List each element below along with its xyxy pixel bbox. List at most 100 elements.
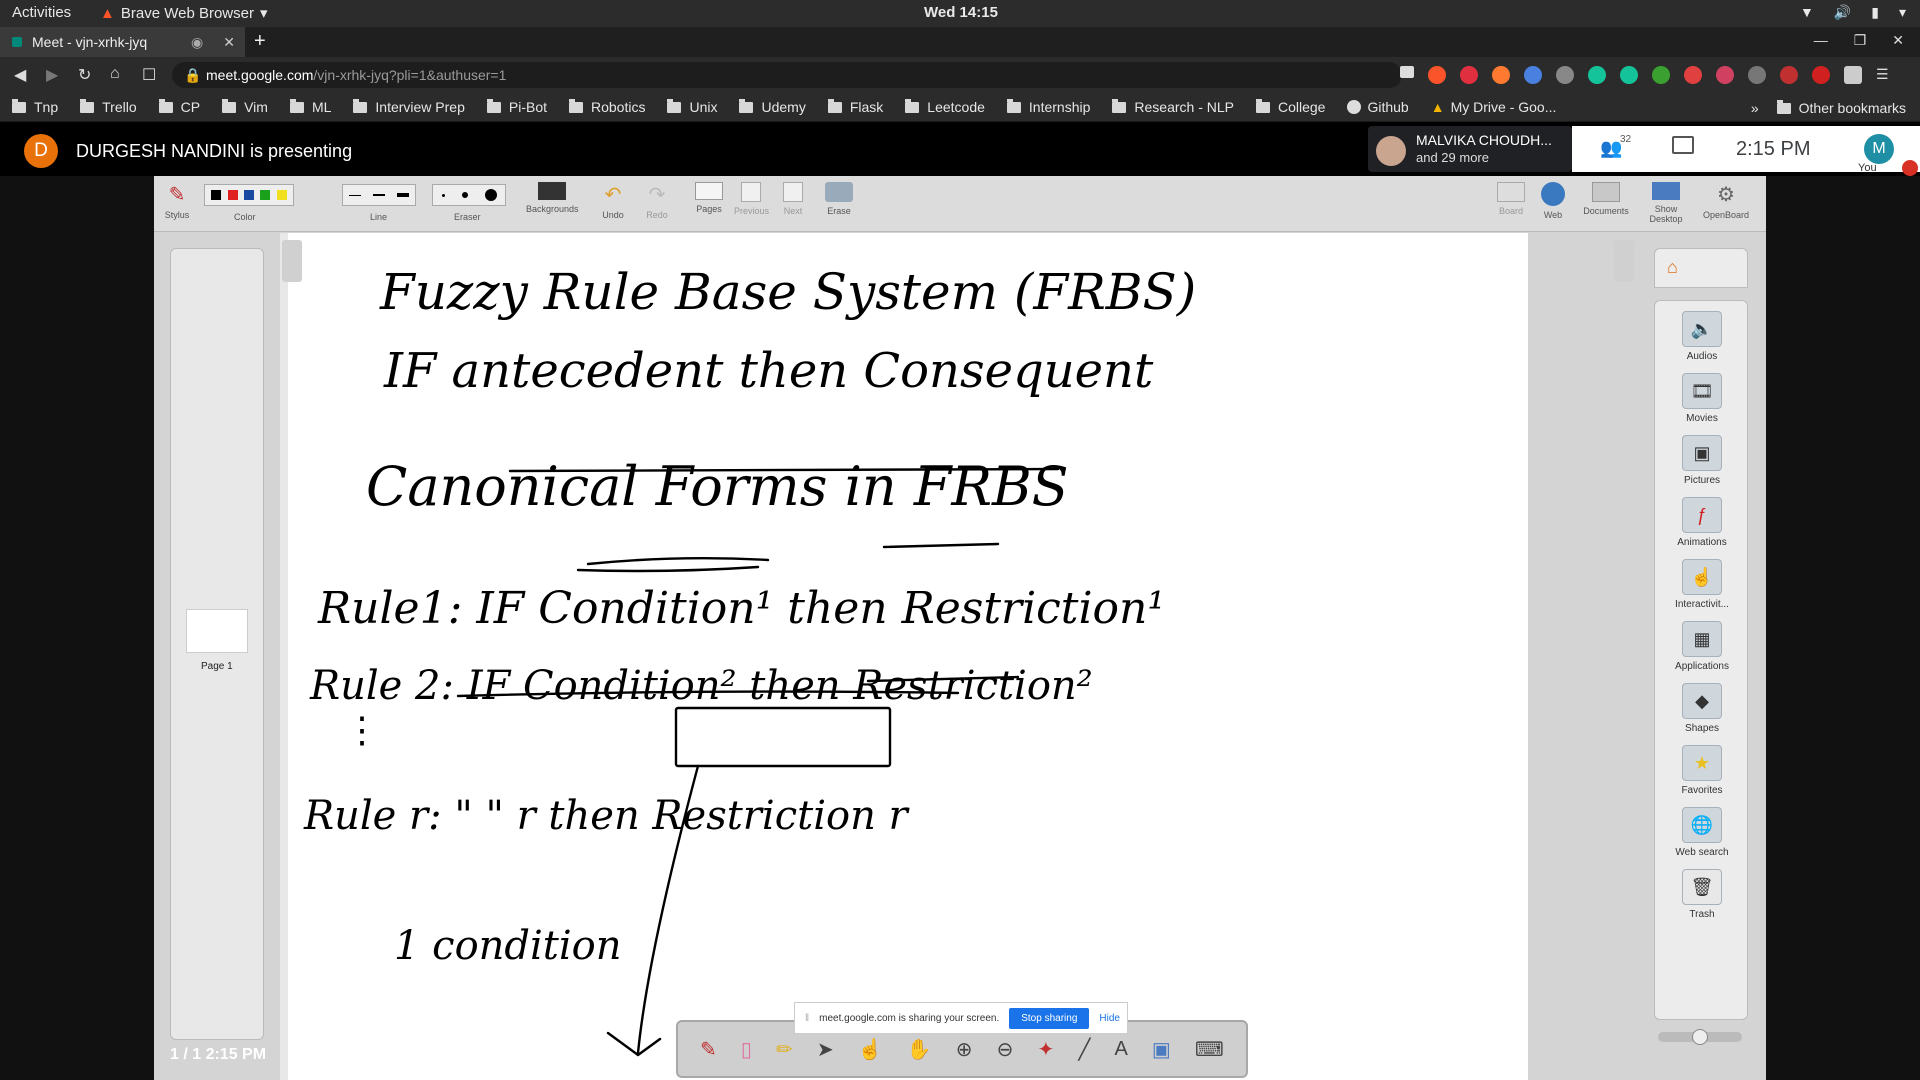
- bookmark-pi-bot[interactable]: Pi-Bot: [486, 98, 547, 115]
- bookmark-flask[interactable]: Flask: [827, 98, 883, 115]
- stop-sharing-button[interactable]: Stop sharing: [1009, 1007, 1090, 1029]
- library-home[interactable]: ⌂: [1654, 248, 1748, 288]
- bookmark-other[interactable]: » Other bookmarks: [1751, 99, 1906, 116]
- text-tool-icon[interactable]: A: [1114, 1038, 1127, 1061]
- previous-tool[interactable]: Previous: [734, 182, 769, 216]
- extension-4-icon[interactable]: [1684, 66, 1702, 84]
- participant-tile[interactable]: MALVIKA CHOUDH... and 29 more: [1368, 126, 1572, 172]
- extension-6-icon[interactable]: [1748, 66, 1766, 84]
- system-clock[interactable]: Wed 14:15: [924, 4, 998, 21]
- keyboard-icon[interactable]: ⌨: [1195, 1037, 1224, 1062]
- forward-icon[interactable]: ▶: [46, 65, 58, 85]
- extension-2-icon[interactable]: [1556, 66, 1574, 84]
- board-tool[interactable]: Board: [1496, 182, 1526, 216]
- close-tab-icon[interactable]: ✕: [223, 34, 235, 51]
- bookmark-leetcode[interactable]: Leetcode: [905, 98, 985, 115]
- library-zoom-slider[interactable]: [1658, 1029, 1742, 1045]
- laser-pointer-icon[interactable]: ✦: [1037, 1037, 1054, 1062]
- bookmark-cp[interactable]: CP: [158, 98, 200, 115]
- bookmark-internship[interactable]: Internship: [1006, 98, 1090, 115]
- bookmark-research-nlp[interactable]: Research - NLP: [1112, 98, 1234, 115]
- browser-menu-icon[interactable]: ☰: [1876, 66, 1894, 84]
- camera-icon[interactable]: [1400, 66, 1414, 78]
- bookmark-interview-prep[interactable]: Interview Prep: [353, 98, 465, 115]
- zoom-out-icon[interactable]: ⊖: [997, 1037, 1014, 1062]
- bookmark-vim[interactable]: Vim: [222, 98, 268, 115]
- overflow-chevron-icon[interactable]: »: [1751, 100, 1759, 116]
- minimize-icon[interactable]: —: [1814, 32, 1828, 49]
- stylus-tool[interactable]: ✎ Stylus: [162, 182, 192, 220]
- backgrounds-tool[interactable]: Backgrounds: [526, 182, 579, 214]
- restore-icon[interactable]: ❐: [1854, 32, 1867, 49]
- eraser-size-selector[interactable]: [432, 184, 506, 206]
- next-tool[interactable]: Next: [778, 182, 808, 216]
- extension-8-icon[interactable]: [1812, 66, 1830, 84]
- collapse-library-button[interactable]: [1614, 240, 1634, 282]
- color-swatch[interactable]: [260, 190, 271, 200]
- activities-button[interactable]: Activities: [12, 4, 71, 21]
- bookmark-udemy[interactable]: Udemy: [739, 98, 806, 115]
- library-audios[interactable]: 🔈 Audios: [1655, 311, 1749, 362]
- extension-1-icon[interactable]: [1492, 66, 1510, 84]
- line-tool-icon[interactable]: ╱: [1078, 1037, 1090, 1062]
- extension-3-icon[interactable]: [1652, 66, 1670, 84]
- bookmark-unix[interactable]: Unix: [667, 98, 717, 115]
- tab-meet[interactable]: Meet - vjn-xrhk-jyq ◉ ✕: [0, 27, 245, 57]
- zoom-in-icon[interactable]: ⊕: [956, 1037, 973, 1062]
- library-animations[interactable]: ƒ Animations: [1655, 497, 1749, 548]
- library-shapes[interactable]: ◆ Shapes: [1655, 683, 1749, 734]
- eraser-small[interactable]: [441, 193, 445, 197]
- slider-knob[interactable]: [1692, 1029, 1708, 1045]
- pen-icon[interactable]: ✎: [700, 1037, 717, 1062]
- library-applications[interactable]: ▦ Applications: [1655, 621, 1749, 672]
- library-favorites[interactable]: ★ Favorites: [1655, 745, 1749, 796]
- hide-button[interactable]: Hide: [1099, 1013, 1120, 1024]
- redo-tool[interactable]: ↷ Redo: [642, 182, 672, 220]
- app-menu[interactable]: ▲ Brave Web Browser ▾: [100, 4, 268, 23]
- eraser-medium[interactable]: [461, 192, 468, 198]
- whiteboard-canvas[interactable]: Fuzzy Rule Base System (FRBS) IF anteced…: [280, 233, 1528, 1080]
- translate-icon[interactable]: [1524, 66, 1542, 84]
- bookmark-ml[interactable]: ML: [289, 98, 331, 115]
- line-thin[interactable]: [349, 194, 361, 196]
- library-interactivities[interactable]: ☝ Interactivit...: [1655, 559, 1749, 610]
- bookmark-github[interactable]: Github: [1347, 99, 1409, 115]
- eraser-icon[interactable]: ▯: [741, 1037, 752, 1062]
- documents-tool[interactable]: Documents: [1582, 182, 1630, 216]
- bookmark-my-drive[interactable]: ▲ My Drive - Goo...: [1431, 99, 1557, 115]
- bookmark-robotics[interactable]: Robotics: [569, 98, 645, 115]
- page-thumbnail[interactable]: [186, 609, 248, 653]
- new-tab-button[interactable]: +: [254, 30, 266, 53]
- library-movies[interactable]: 🎞 Movies: [1655, 373, 1749, 424]
- library-trash[interactable]: 🗑 Trash: [1655, 869, 1749, 920]
- brave-rewards-icon[interactable]: [1460, 66, 1478, 84]
- select-pointer-icon[interactable]: ➤: [817, 1037, 834, 1062]
- web-tool[interactable]: Web: [1538, 182, 1568, 220]
- bookmark-icon[interactable]: ☐: [142, 65, 156, 85]
- capture-icon[interactable]: ▣: [1152, 1037, 1171, 1062]
- library-web-search[interactable]: 🌐 Web search: [1655, 807, 1749, 858]
- home-icon[interactable]: ⌂: [110, 65, 120, 83]
- color-swatch[interactable]: [227, 190, 238, 200]
- extensions-puzzle-icon[interactable]: [1844, 66, 1862, 84]
- undo-tool[interactable]: ↶ Undo: [598, 182, 628, 220]
- extension-5-icon[interactable]: [1716, 66, 1734, 84]
- self-avatar[interactable]: M: [1864, 134, 1894, 164]
- pan-hand-icon[interactable]: ✋: [907, 1037, 932, 1062]
- collapse-thumbnails-button[interactable]: [282, 240, 302, 282]
- back-icon[interactable]: ◀: [14, 65, 26, 85]
- color-palette[interactable]: [204, 184, 294, 206]
- color-swatch[interactable]: [243, 190, 254, 200]
- extension-7-icon[interactable]: [1780, 66, 1798, 84]
- color-swatch[interactable]: [211, 190, 222, 200]
- system-tray[interactable]: ▼ 🔊 ▮ ▾: [1800, 4, 1906, 21]
- bookmark-college[interactable]: College: [1255, 98, 1325, 115]
- line-width-selector[interactable]: [342, 184, 416, 206]
- pages-tool[interactable]: Pages: [694, 182, 724, 214]
- openboard-menu-tool[interactable]: ⚙ OpenBoard: [1702, 182, 1750, 220]
- chat-icon[interactable]: [1672, 136, 1694, 154]
- brave-shields-icon[interactable]: [1428, 66, 1446, 84]
- color-swatch[interactable]: [276, 190, 287, 200]
- line-medium[interactable]: [373, 194, 385, 196]
- drag-handle-icon[interactable]: ‖: [805, 1013, 809, 1024]
